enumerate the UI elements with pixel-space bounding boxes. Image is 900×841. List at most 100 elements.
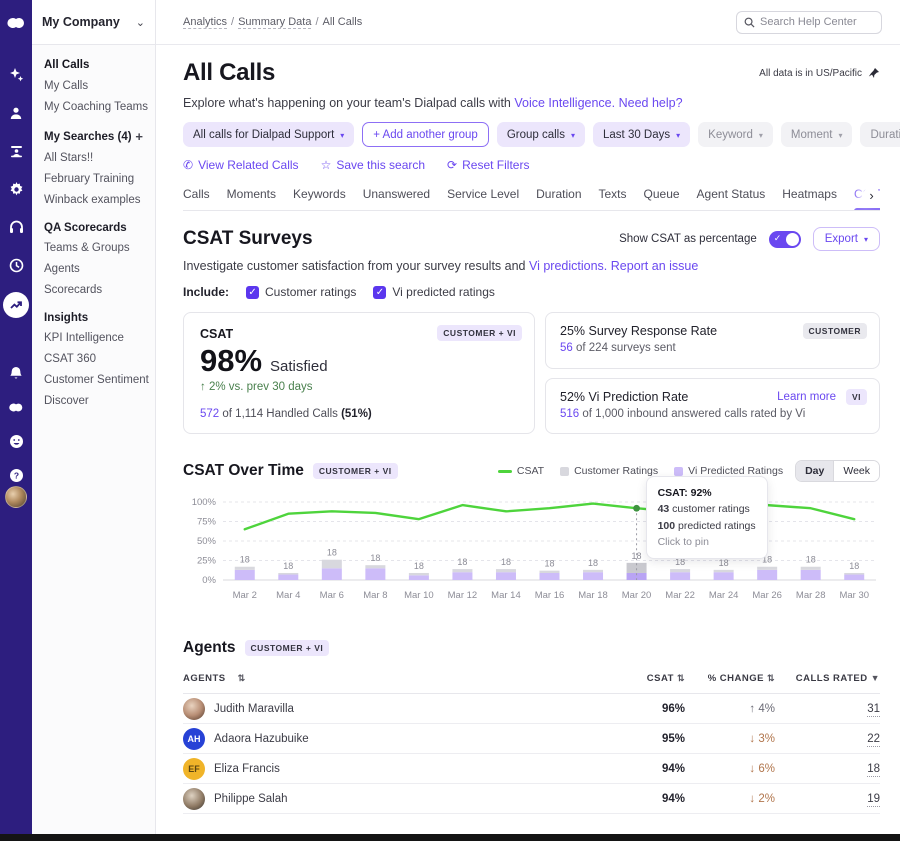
bar-customer[interactable] [757, 567, 777, 570]
vi-predictions-link[interactable]: Vi predictions. [529, 259, 607, 273]
bar-customer[interactable] [496, 569, 516, 572]
tab-unanswered[interactable]: Unanswered [363, 187, 430, 210]
sidebar-item-kpi-intelligence[interactable]: KPI Intelligence [44, 332, 143, 344]
sidebar-item-winback-examples[interactable]: Winback examples [44, 194, 143, 206]
agent-calls-rated-link[interactable]: 19 [867, 793, 880, 807]
breadcrumb-item-summary-data[interactable]: Summary Data [238, 16, 311, 29]
settings-gear-icon[interactable] [5, 178, 27, 200]
learn-more-link[interactable]: Learn more [777, 391, 836, 403]
headset-icon[interactable] [5, 216, 27, 238]
voice-intelligence-link[interactable]: Voice Intelligence. [514, 96, 615, 110]
bar-vi-predicted[interactable] [452, 572, 472, 580]
bar-customer[interactable] [365, 565, 385, 568]
granularity-week[interactable]: Week [833, 461, 879, 481]
breadcrumb-item-analytics[interactable]: Analytics [183, 16, 227, 29]
export-button[interactable]: Export▾ [813, 227, 880, 251]
filter-chip-moment[interactable]: Moment▾ [781, 122, 853, 147]
help-question-icon[interactable]: ? [5, 464, 27, 486]
sidebar-item-scorecards[interactable]: Scorecards [44, 284, 143, 296]
agent-calls-rated-link[interactable]: 18 [867, 763, 880, 777]
bar-customer[interactable] [844, 573, 864, 575]
agent-calls-rated-link[interactable]: 22 [867, 733, 880, 747]
bar-vi-predicted[interactable] [801, 570, 821, 580]
chart-bars[interactable]: 181818181818181818181818181818 [235, 548, 864, 580]
bar-vi-predicted[interactable] [278, 575, 298, 580]
bar-customer[interactable] [235, 567, 255, 570]
bar-customer[interactable] [409, 573, 429, 575]
csat-percentage-toggle[interactable]: ✓ [769, 231, 801, 248]
bar-customer[interactable] [452, 569, 472, 572]
user-avatar[interactable] [5, 486, 27, 508]
sidebar-item-csat-360[interactable]: CSAT 360 [44, 353, 143, 365]
granularity-day[interactable]: Day [796, 461, 833, 481]
bar-vi-predicted[interactable] [409, 575, 429, 580]
bar-customer[interactable] [714, 570, 734, 572]
bar-vi-predicted[interactable] [757, 570, 777, 580]
bar-vi-predicted[interactable] [583, 572, 603, 580]
bar-customer[interactable] [670, 569, 690, 572]
col-header-calls-rated[interactable]: CALLS RATED▼ [775, 673, 880, 684]
coaching-icon[interactable] [5, 140, 27, 162]
table-row-philippe-salah[interactable]: Philippe Salah94%↓ 2%19 [183, 784, 880, 814]
contacts-icon[interactable] [5, 102, 27, 124]
add-search-button[interactable]: + [135, 129, 143, 144]
sidebar-item-customer-sentiment[interactable]: Customer Sentiment [44, 374, 143, 386]
pin-icon[interactable] [868, 67, 880, 79]
bar-customer[interactable] [278, 573, 298, 575]
tabs-scroll-right-icon[interactable]: › [863, 187, 880, 204]
feedback-smiley-icon[interactable] [5, 430, 27, 452]
dialpad-mini-icon[interactable] [5, 396, 27, 418]
bar-vi-predicted[interactable] [235, 570, 255, 580]
csat-chart-svg[interactable]: 0%25%50%75%100%Mar 2Mar 4Mar 6Mar 8Mar 1… [183, 492, 880, 610]
bar-vi-predicted[interactable] [540, 573, 560, 580]
bar-vi-predicted[interactable] [714, 572, 734, 580]
report-an-issue-link[interactable]: Report an issue [611, 259, 699, 273]
save-this-search-link[interactable]: ☆Save this search [321, 158, 425, 172]
bar-vi-predicted[interactable] [844, 575, 864, 580]
sidebar-item-teams-groups[interactable]: Teams & Groups [44, 242, 143, 254]
handled-calls-link[interactable]: 572 [200, 408, 219, 420]
tab-calls[interactable]: Calls [183, 187, 210, 210]
bar-vi-predicted[interactable] [365, 568, 385, 580]
bar-vi-predicted[interactable] [670, 572, 690, 580]
tab-agent-status[interactable]: Agent Status [697, 187, 766, 210]
sidebar-item-february-training[interactable]: February Training [44, 173, 143, 185]
tab-service-level[interactable]: Service Level [447, 187, 519, 210]
sidebar-item-my-calls[interactable]: My Calls [44, 80, 143, 92]
bar-customer[interactable] [322, 560, 342, 569]
sidebar-item-all-stars[interactable]: All Stars!! [44, 152, 143, 164]
filter-chip-last-30-days[interactable]: Last 30 Days▾ [593, 122, 690, 147]
bar-customer[interactable] [583, 570, 603, 572]
sidebar-item-all-calls[interactable]: All Calls [44, 59, 143, 71]
sidebar-item-discover[interactable]: Discover [44, 395, 143, 407]
csat-chart[interactable]: 0%25%50%75%100%Mar 2Mar 4Mar 6Mar 8Mar 1… [183, 492, 880, 615]
call-history-icon[interactable] [5, 254, 27, 276]
reset-filters-link[interactable]: ⟳Reset Filters [447, 158, 529, 172]
vi-predicted-ratings-checkbox[interactable]: ✓ Vi predicted ratings [373, 285, 495, 299]
analytics-icon-active[interactable] [3, 292, 29, 318]
ai-sparkles-icon[interactable] [5, 64, 27, 86]
filter-chip-add-another-group[interactable]: + Add another group [362, 122, 489, 147]
table-row-adaora-hazubuike[interactable]: AHAdaora Hazubuike95%↓ 3%22 [183, 724, 880, 754]
tab-queue[interactable]: Queue [644, 187, 680, 210]
help-search-input[interactable] [760, 16, 870, 28]
view-related-calls-link[interactable]: ✆View Related Calls [183, 158, 299, 172]
sidebar-item-my-coaching-teams[interactable]: My Coaching Teams [44, 101, 143, 113]
tab-moments[interactable]: Moments [227, 187, 276, 210]
sidebar-item-agents[interactable]: Agents [44, 263, 143, 275]
col-header-agents[interactable]: AGENTS⇅ [183, 673, 595, 684]
filter-chip-all-calls-for-dialpad-support[interactable]: All calls for Dialpad Support▾ [183, 122, 354, 147]
vi-rated-calls-link[interactable]: 516 [560, 408, 579, 420]
tab-duration[interactable]: Duration [536, 187, 581, 210]
company-switcher[interactable]: My Company ⌄ [32, 0, 155, 45]
table-row-judith-maravilla[interactable]: Judith Maravilla96%↑ 4%31 [183, 694, 880, 724]
bar-vi-predicted[interactable] [496, 572, 516, 580]
dialpad-logo-icon[interactable] [5, 12, 27, 34]
col-header-change[interactable]: % CHANGE⇅ [685, 673, 775, 684]
filter-chip-duration[interactable]: Duration▾ [860, 122, 900, 147]
help-search[interactable] [736, 11, 882, 34]
col-header-csat[interactable]: CSAT⇅ [595, 673, 685, 684]
notifications-bell-icon[interactable] [5, 362, 27, 384]
tab-texts[interactable]: Texts [599, 187, 627, 210]
filter-chip-group-calls[interactable]: Group calls▾ [497, 122, 585, 147]
